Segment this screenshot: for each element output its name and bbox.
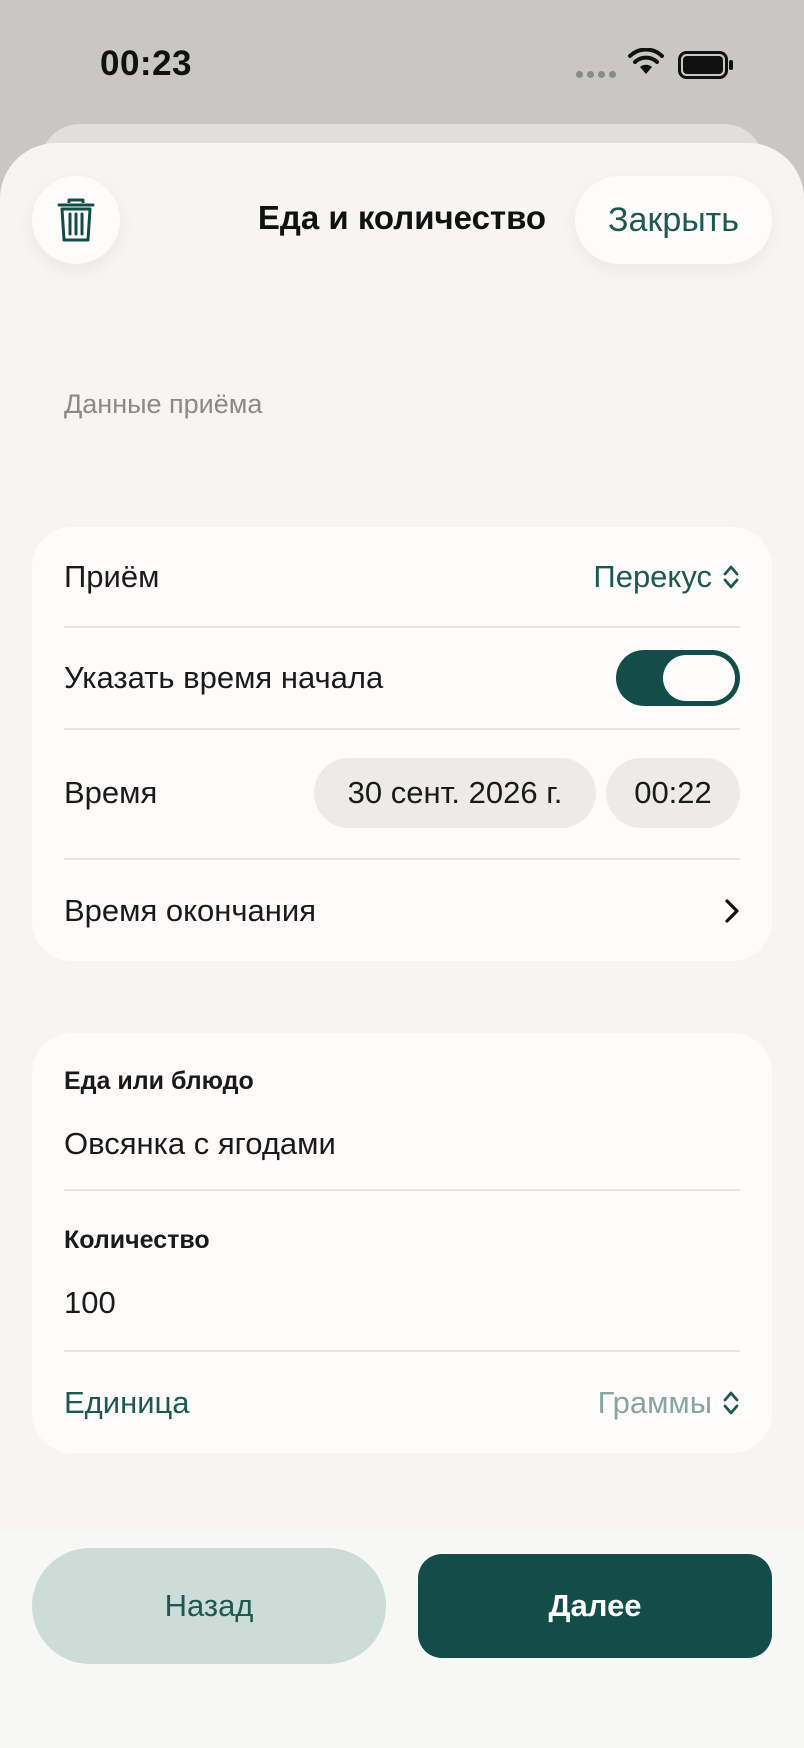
meal-type-label: Приём (64, 559, 160, 594)
meal-type-row[interactable]: Приём Перекус (64, 527, 740, 627)
start-time-toggle[interactable] (616, 650, 740, 706)
chevron-right-icon (725, 898, 739, 923)
time-row: Время 30 сент. 2026 г. 00:22 (64, 730, 740, 856)
food-field-label: Еда или блюдо (64, 1067, 254, 1095)
toggle-knob (663, 655, 735, 701)
time-picker-button[interactable]: 00:22 (606, 758, 740, 828)
quantity-input[interactable]: 100 (64, 1285, 116, 1321)
unit-row[interactable]: Единица Граммы (64, 1352, 740, 1453)
back-button[interactable]: Назад (32, 1548, 386, 1664)
chevron-updown-icon (723, 565, 739, 589)
cellular-dots-icon (576, 71, 616, 78)
status-bar: 00:23 (0, 0, 804, 130)
start-time-row: Указать время начала (64, 628, 740, 728)
battery-icon (678, 51, 733, 79)
meal-type-picker[interactable]: Перекус (593, 559, 740, 595)
status-time: 00:23 (100, 44, 193, 83)
food-input[interactable]: Овсянка с ягодами (64, 1126, 336, 1162)
time-label: Время (64, 775, 158, 810)
meal-details-card: Приём Перекус Указать время начала Время… (32, 527, 772, 961)
divider (64, 1189, 740, 1191)
unit-value: Граммы (597, 1384, 712, 1420)
food-details-card: Еда или блюдо Овсянка с ягодами Количест… (32, 1033, 772, 1453)
section-header: Данные приёма (64, 389, 263, 419)
wifi-icon (628, 48, 664, 74)
meal-type-value: Перекус (593, 559, 712, 594)
start-time-label: Указать время начала (64, 660, 384, 695)
unit-label: Единица (64, 1384, 190, 1420)
chevron-updown-icon (723, 1391, 739, 1414)
unit-picker[interactable]: Граммы (598, 1385, 740, 1421)
close-button[interactable]: Закрыть (575, 176, 772, 264)
quantity-field-label: Количество (64, 1226, 210, 1254)
end-time-row[interactable]: Время окончания (64, 860, 740, 961)
date-picker-button[interactable]: 30 сент. 2026 г. (314, 758, 596, 828)
end-time-label: Время окончания (64, 892, 316, 928)
next-button[interactable]: Далее (418, 1554, 772, 1658)
